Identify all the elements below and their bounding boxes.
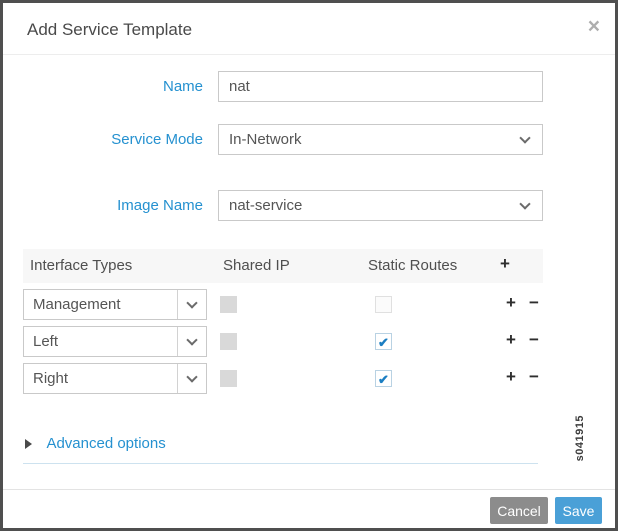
cancel-button[interactable]: Cancel [490,497,548,524]
interface-table-header: Interface Types Shared IP Static Routes … [23,249,543,283]
select-divider [177,327,178,356]
advanced-options-divider [23,463,538,464]
table-row: Right ✔ + − [23,363,563,394]
table-row: Left ✔ + − [23,326,563,357]
static-routes-checkbox[interactable]: ✔ [375,333,392,350]
service-mode-label: Service Mode [111,131,203,148]
shared-ip-checkbox [220,333,237,350]
column-header-interface-types: Interface Types [30,257,133,274]
shared-ip-checkbox [220,296,237,313]
close-icon[interactable]: × [588,16,600,37]
interface-type-value: Management [33,296,121,313]
interface-type-select[interactable]: Management [23,289,207,320]
title-divider [3,54,615,55]
check-icon: ✔ [378,372,389,387]
add-service-template-dialog: Add Service Template × Name Service Mode… [0,0,618,531]
service-mode-field-row: Service Mode In-Network [3,124,563,155]
image-name-value: nat-service [229,197,303,214]
image-name-label: Image Name [117,197,203,214]
add-row-button[interactable]: + [500,254,510,274]
column-header-static-routes: Static Routes [368,257,458,274]
service-mode-value: In-Network [229,131,302,148]
static-routes-checkbox[interactable] [375,296,392,313]
watermark-text: s041915 [574,415,586,462]
column-header-shared-ip: Shared IP [223,257,290,274]
row-add-button[interactable]: + [506,330,516,350]
row-remove-button[interactable]: − [529,293,539,313]
advanced-options-toggle[interactable]: Advanced options [25,435,166,454]
row-remove-button[interactable]: − [529,367,539,387]
service-mode-select[interactable]: In-Network [218,124,543,155]
check-icon: ✔ [378,335,389,350]
footer-divider [3,489,615,490]
row-remove-button[interactable]: − [529,330,539,350]
name-field-row: Name [3,71,563,102]
save-button[interactable]: Save [555,497,602,524]
name-label: Name [162,78,203,95]
select-divider [177,290,178,319]
shared-ip-checkbox [220,370,237,387]
interface-type-select[interactable]: Left [23,326,207,357]
select-divider [177,364,178,393]
static-routes-checkbox[interactable]: ✔ [375,370,392,387]
image-name-select[interactable]: nat-service [218,190,543,221]
interface-type-value: Right [33,370,69,387]
row-add-button[interactable]: + [506,293,516,313]
interface-type-select[interactable]: Right [23,363,207,394]
advanced-options-label: Advanced options [46,435,166,452]
dialog-title: Add Service Template [27,20,193,39]
name-input[interactable] [218,71,543,102]
row-add-button[interactable]: + [506,367,516,387]
caret-right-icon [25,439,32,449]
image-name-field-row: Image Name nat-service [3,190,563,221]
table-row: Management + − [23,289,563,320]
interface-type-value: Left [33,333,59,350]
